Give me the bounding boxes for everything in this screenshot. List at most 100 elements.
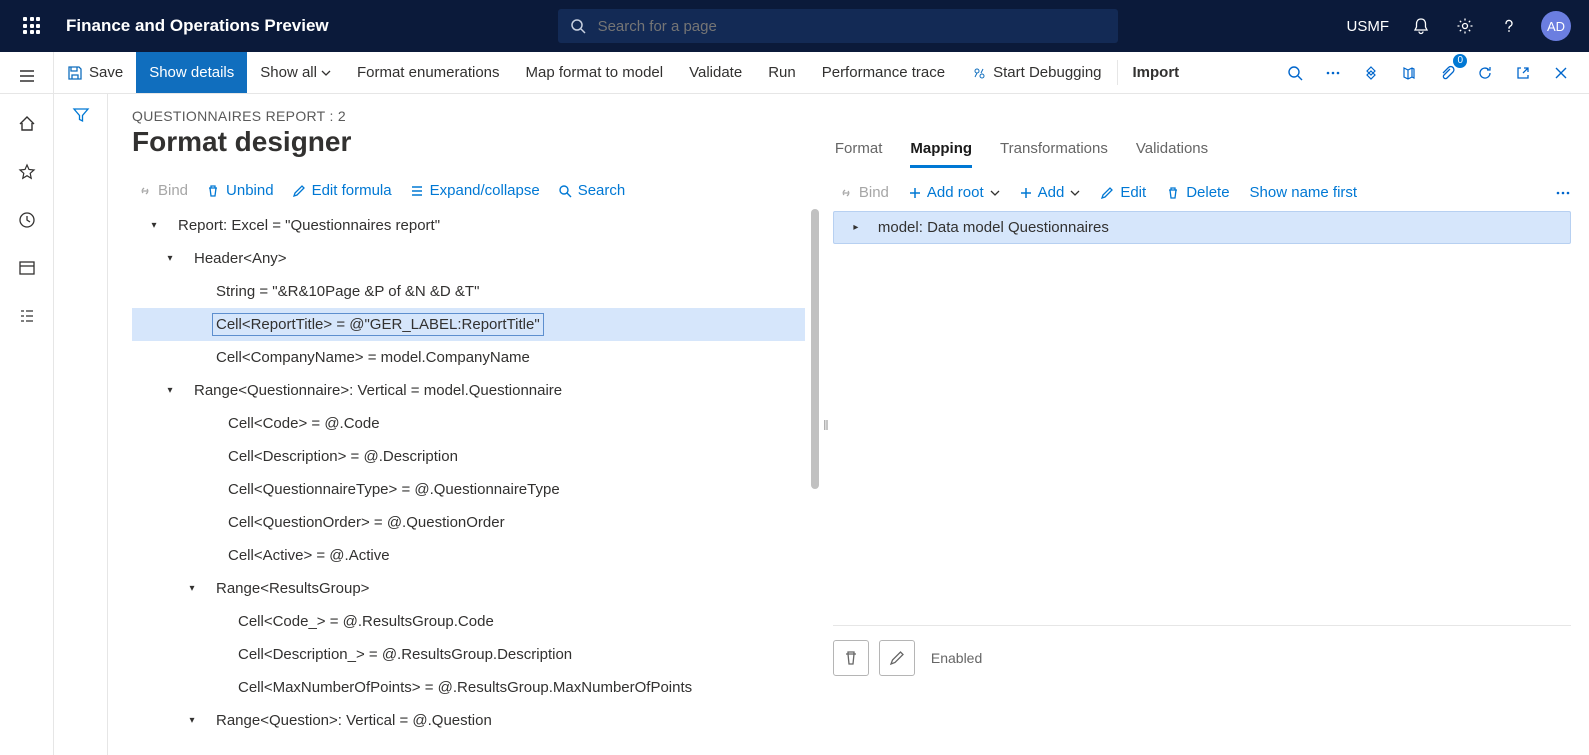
mapping-bind-button: Bind <box>839 184 889 201</box>
add-root-button[interactable]: Add root <box>909 184 1000 201</box>
format-tree[interactable]: Report: Excel = "Questionnaires report" H… <box>132 209 819 755</box>
close-icon[interactable] <box>1543 52 1579 94</box>
edit-formula-button[interactable]: Edit formula <box>292 182 392 199</box>
link-icon <box>839 186 853 200</box>
caret-icon[interactable] <box>146 220 162 231</box>
property-delete-button[interactable] <box>833 640 869 676</box>
tree-node[interactable]: Cell<QuestionOrder> = @.QuestionOrder <box>132 506 805 539</box>
nav-hamburger-icon[interactable] <box>7 56 47 96</box>
nav-modules-icon[interactable] <box>7 296 47 336</box>
tree-node[interactable]: Range<ResultsGroup> <box>132 572 805 605</box>
tree-node[interactable]: Cell<CompanyName> = model.CompanyName <box>132 341 805 374</box>
edit-button[interactable]: Edit <box>1100 184 1146 201</box>
nav-favorites-icon[interactable] <box>7 152 47 192</box>
avatar[interactable]: AD <box>1541 11 1571 41</box>
nav-workspaces-icon[interactable] <box>7 248 47 288</box>
validate-label: Validate <box>689 64 742 81</box>
search-action-icon[interactable] <box>1277 52 1313 94</box>
company-label[interactable]: USMF <box>1347 18 1390 35</box>
unbind-button[interactable]: Unbind <box>206 182 274 199</box>
tree-node[interactable]: String = "&R&10Page &P of &N &D &T" <box>132 275 805 308</box>
run-button[interactable]: Run <box>755 52 809 93</box>
show-name-label: Show name first <box>1250 184 1358 201</box>
add-label: Add <box>1038 184 1065 201</box>
tree-node[interactable]: Header<Any> <box>132 242 805 275</box>
tree-node[interactable]: Cell<Description_> = @.ResultsGroup.Desc… <box>132 638 805 671</box>
tree-scrollbar[interactable] <box>811 209 819 489</box>
settings-icon[interactable] <box>1453 14 1477 38</box>
tree-node[interactable]: Report: Excel = "Questionnaires report" <box>132 209 805 242</box>
tree-node-label: Report: Excel = "Questionnaires report" <box>174 217 444 234</box>
notifications-icon[interactable] <box>1409 14 1433 38</box>
import-button[interactable]: Import <box>1120 52 1193 93</box>
delete-button[interactable]: Delete <box>1166 184 1229 201</box>
panel-splitter[interactable]: ‖ <box>819 94 833 755</box>
mapping-panel: Format Mapping Transformations Validatio… <box>833 94 1589 755</box>
tab-validations[interactable]: Validations <box>1136 140 1208 168</box>
tab-format[interactable]: Format <box>835 140 883 168</box>
caret-icon[interactable] <box>162 385 178 396</box>
chevron-down-icon <box>990 188 1000 198</box>
plus-icon <box>909 187 921 199</box>
more-actions-icon[interactable] <box>1315 52 1351 94</box>
app-launcher-icon[interactable] <box>16 10 48 42</box>
search-button[interactable]: Search <box>558 182 626 199</box>
caret-icon[interactable] <box>184 583 200 594</box>
attachments-icon[interactable]: 0 <box>1429 52 1465 94</box>
tree-node[interactable]: Range<Question>: Vertical = @.Question <box>132 704 805 737</box>
tree-node[interactable]: Cell<QuestionnaireType> = @.Questionnair… <box>132 473 805 506</box>
show-all-button[interactable]: Show all <box>247 52 344 93</box>
popout-icon[interactable] <box>1505 52 1541 94</box>
edit-label: Edit <box>1120 184 1146 201</box>
help-icon[interactable] <box>1497 14 1521 38</box>
tree-node[interactable]: Cell<MaxNumberOfPoints> = @.ResultsGroup… <box>132 671 805 704</box>
filter-icon[interactable] <box>72 106 90 755</box>
tree-node-label: Range<ResultsGroup> <box>212 580 373 597</box>
map-format-button[interactable]: Map format to model <box>513 52 677 93</box>
caret-icon[interactable] <box>848 222 864 233</box>
tree-node-label: String = "&R&10Page &P of &N &D &T" <box>212 283 483 300</box>
tab-transformations[interactable]: Transformations <box>1000 140 1108 168</box>
caret-icon[interactable] <box>162 253 178 264</box>
format-toolbar: Bind Unbind Edit formula Expand/collapse <box>132 176 819 209</box>
caret-icon[interactable] <box>184 715 200 726</box>
expand-collapse-button[interactable]: Expand/collapse <box>410 182 540 199</box>
mapping-more-icon[interactable] <box>1555 190 1571 196</box>
enabled-label: Enabled <box>931 650 982 666</box>
start-debugging-button[interactable]: Start Debugging <box>958 52 1114 93</box>
search-icon <box>570 18 586 34</box>
refresh-icon[interactable] <box>1467 52 1503 94</box>
show-name-first-button[interactable]: Show name first <box>1250 184 1358 201</box>
tree-node[interactable]: Cell<Code_> = @.ResultsGroup.Code <box>132 605 805 638</box>
nav-recent-icon[interactable] <box>7 200 47 240</box>
save-button[interactable]: Save <box>54 52 136 93</box>
show-details-button[interactable]: Show details <box>136 52 247 93</box>
debug-icon <box>971 65 987 81</box>
show-details-label: Show details <box>149 64 234 81</box>
datasource-tree[interactable]: model: Data model Questionnaires <box>833 211 1571 625</box>
map-icon[interactable] <box>1391 52 1427 94</box>
tree-node-label: Cell<Code> = @.Code <box>224 415 384 432</box>
list-icon <box>410 184 424 198</box>
validate-button[interactable]: Validate <box>676 52 755 93</box>
tree-node-label: Cell<ReportTitle> = @"GER_LABEL:ReportTi… <box>212 313 544 336</box>
format-enumerations-button[interactable]: Format enumerations <box>344 52 513 93</box>
edit-icon <box>292 184 306 198</box>
performance-trace-button[interactable]: Performance trace <box>809 52 958 93</box>
add-button[interactable]: Add <box>1020 184 1081 201</box>
diamond-icon[interactable] <box>1353 52 1389 94</box>
datasource-root-node[interactable]: model: Data model Questionnaires <box>833 211 1571 244</box>
tree-node[interactable]: Cell<Code> = @.Code <box>132 407 805 440</box>
tree-node[interactable]: Cell<ReportTitle> = @"GER_LABEL:ReportTi… <box>132 308 805 341</box>
property-edit-button[interactable] <box>879 640 915 676</box>
nav-home-icon[interactable] <box>7 104 47 144</box>
run-label: Run <box>768 64 796 81</box>
tab-mapping[interactable]: Mapping <box>910 140 972 168</box>
tree-node[interactable]: Cell<Description> = @.Description <box>132 440 805 473</box>
tree-node[interactable]: Range<Questionnaire>: Vertical = model.Q… <box>132 374 805 407</box>
tree-node[interactable]: Cell<Active> = @.Active <box>132 539 805 572</box>
global-search-input[interactable] <box>596 17 1106 36</box>
tree-node-label: Range<Questionnaire>: Vertical = model.Q… <box>190 382 566 399</box>
global-search[interactable] <box>558 9 1118 43</box>
tree-node-label: Header<Any> <box>190 250 291 267</box>
